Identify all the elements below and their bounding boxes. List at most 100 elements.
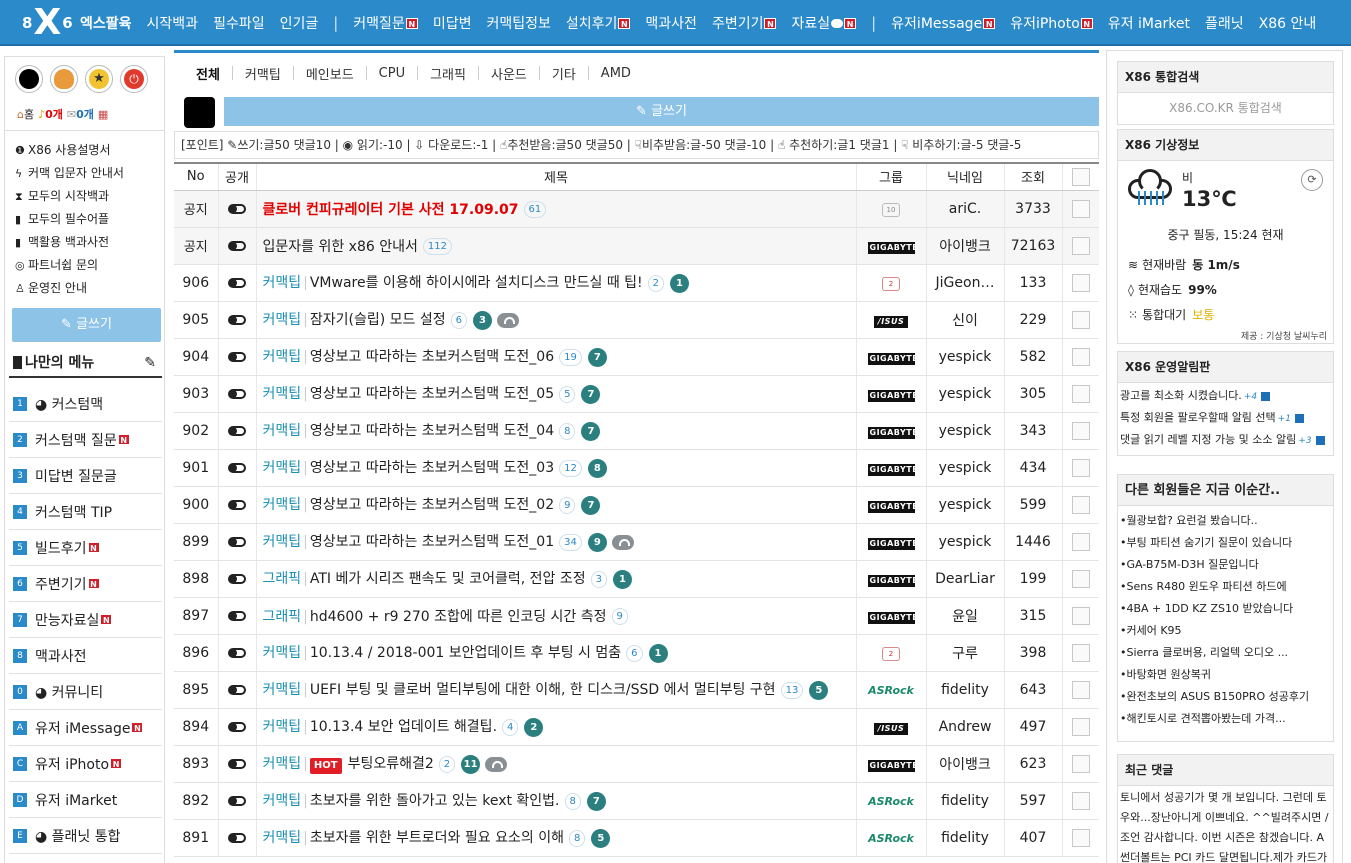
mymenu-item[interactable]: D 유저 iMarket <box>9 782 162 818</box>
table-row[interactable]: 892 커맥팁 | 초보자를 위한 돌아가고 있는 kext 확인법. 8 7 ASRock… <box>174 782 1099 820</box>
others-item[interactable]: •Sens R480 윈도우 파티션 하드에 <box>1118 576 1333 598</box>
post-nick[interactable]: JiGeon… <box>925 264 1004 302</box>
nav-item[interactable]: 인기글 <box>280 13 319 33</box>
post-subject[interactable]: 그래픽 | ATI 베가 시리즈 팬속도 및 코어클럭, 전압 조정 3 1 <box>255 560 856 598</box>
row-checkbox[interactable] <box>1071 273 1090 292</box>
tab-0[interactable]: 전체 <box>196 64 220 83</box>
post-subject[interactable]: 커맥팁 | VMware를 이용해 하이시에라 설치디스크 만드실 때 팁! 2 1 <box>255 264 856 302</box>
mymenu-item[interactable]: 8 맥과사전 <box>9 638 162 674</box>
post-title[interactable]: 영상보고 따라하는 초보커스텀맥 도전_06 <box>310 349 554 365</box>
others-item[interactable]: •Sierra 클로버용, 리얼텍 오디오 ... <box>1118 642 1333 664</box>
sidebar-write-button[interactable]: ✎ 글쓰기 <box>12 308 161 342</box>
post-category[interactable]: 커맥팁 <box>263 830 302 846</box>
notice-item[interactable]: 광고를 최소화 시켰습니다. +4 <box>1118 385 1333 407</box>
post-category[interactable]: 커맥팁 <box>263 645 302 661</box>
post-nick[interactable]: fidelity <box>925 671 1004 709</box>
recent-comments-text[interactable]: 토니에서 성공기가 몇 개 보입니다. 그런데 토우와...장난아니게 이쁘네요… <box>1118 786 1333 863</box>
row-checkbox[interactable] <box>1071 421 1090 440</box>
add-user-icon[interactable] <box>50 65 78 93</box>
others-item[interactable]: •커세어 K95 <box>1118 620 1333 642</box>
post-category[interactable]: 커맥팁 <box>263 756 302 772</box>
nav-item[interactable]: 플래닛 <box>1205 13 1244 33</box>
home-icon[interactable]: ⌂ <box>17 108 24 121</box>
nav-item[interactable]: X86 안내 <box>1259 13 1317 33</box>
notice-item[interactable]: 댓글 읽기 레벨 지정 가능 및 소소 알림 +3 <box>1118 429 1333 451</box>
table-row[interactable]: 904 커맥팁 | 영상보고 따라하는 초보커스텀맥 도전_06 19 7 GIGABYTE… <box>174 338 1099 376</box>
table-row[interactable]: 906 커맥팁 | VMware를 이용해 하이시에라 설치디스크 만드실 때 팁! 2… <box>174 264 1099 302</box>
table-row[interactable]: 896 커맥팁 | 10.13.4 / 2018-001 보안업데이트 후 부팅 시 … <box>174 634 1099 672</box>
table-row[interactable]: 905 커맥팁 | 잠자기(슬립) 모드 설정 6 3/ISUS 신이 229 <box>174 301 1099 339</box>
mail-icon[interactable]: ✉ <box>67 108 76 121</box>
post-nick[interactable]: 윤일 <box>925 597 1004 635</box>
post-category[interactable]: 커맥팁 <box>263 793 302 809</box>
write-button[interactable]: ✎ 글쓰기 <box>224 97 1099 126</box>
row-checkbox[interactable] <box>1071 458 1090 477</box>
post-title[interactable]: ATI 베가 시리즈 팬속도 및 코어클럭, 전압 조정 <box>310 571 586 587</box>
table-row[interactable]: 900 커맥팁 | 영상보고 따라하는 초보커스텀맥 도전_02 9 7 GIGABYTE y… <box>174 486 1099 524</box>
post-subject[interactable]: 커맥팁 | 영상보고 따라하는 초보커스텀맥 도전_03 12 8 <box>255 449 856 487</box>
post-nick[interactable]: yespick <box>925 338 1004 376</box>
nav-item[interactable]: 미답변 <box>433 13 472 33</box>
nav-item[interactable]: 유저 iMarket <box>1108 13 1190 33</box>
row-checkbox[interactable] <box>1071 717 1090 736</box>
guide-menu-item[interactable]: ♙ 운영진 안내 <box>15 277 124 300</box>
guide-menu-item[interactable]: ❶ X86 사용설명서 <box>15 139 124 162</box>
mymenu-item[interactable]: 4 커스텀맥 TIP <box>9 494 162 530</box>
table-row[interactable]: 897 그래픽 | hd4600 + r9 270 조합에 따른 인코딩 시간 측정 9… <box>174 597 1099 635</box>
post-title[interactable]: 부팅오류해결2 <box>348 756 434 772</box>
row-checkbox[interactable] <box>1071 606 1090 625</box>
table-row[interactable]: 894 커맥팁 | 10.13.4 보안 업데이트 해결팁. 4 2/ISUS Andrew… <box>174 708 1099 746</box>
row-checkbox[interactable] <box>1071 310 1090 329</box>
refresh-icon[interactable]: ⟳ <box>1301 169 1323 191</box>
post-subject[interactable]: 그래픽 | hd4600 + r9 270 조합에 따른 인코딩 시간 측정 9 <box>255 597 856 635</box>
table-row[interactable]: 899 커맥팁 | 영상보고 따라하는 초보커스텀맥 도전_01 34 9 GIGABYTE… <box>174 523 1099 561</box>
home-link[interactable]: 홈 <box>24 106 34 122</box>
post-category[interactable]: 커맥팁 <box>263 275 302 291</box>
others-item[interactable]: •완전초보의 ASUS B150PRO 성공후기 <box>1118 686 1333 708</box>
post-subject[interactable]: 커맥팁 | 초보자를 위한 돌아가고 있는 kext 확인법. 8 7 <box>255 782 856 820</box>
row-checkbox[interactable] <box>1071 680 1090 699</box>
post-category[interactable]: 커맥팁 <box>263 386 302 402</box>
tab-1[interactable]: 커맥팁 <box>245 64 281 83</box>
col-views[interactable]: 조회 <box>1003 162 1062 191</box>
post-title[interactable]: 영상보고 따라하는 초보커스텀맥 도전_02 <box>310 497 554 513</box>
post-subject[interactable]: 커맥팁 | 영상보고 따라하는 초보커스텀맥 도전_04 8 7 <box>255 412 856 450</box>
mymenu-item[interactable]: 1 ◕ 커스텀맥 <box>9 386 162 422</box>
row-checkbox[interactable] <box>1071 347 1090 366</box>
mymenu-item[interactable]: 5 빌드후기 N <box>9 530 162 566</box>
post-category[interactable]: 커맥팁 <box>263 460 302 476</box>
guide-menu-item[interactable]: ϟ 커맥 입문자 안내서 <box>15 162 124 185</box>
post-subject[interactable]: 커맥팁 | 영상보고 따라하는 초보커스텀맥 도전_01 34 9 <box>255 523 856 561</box>
guide-menu-item[interactable]: ◎ 파트너쉽 문의 <box>15 254 124 277</box>
row-checkbox[interactable] <box>1071 532 1090 551</box>
row-checkbox[interactable] <box>1071 495 1090 514</box>
post-title[interactable]: 10.13.4 / 2018-001 보안업데이트 후 부팅 시 멈춤 <box>310 645 621 661</box>
col-no[interactable]: No <box>174 162 218 191</box>
edit-pencil-icon[interactable]: ✎ <box>144 352 156 374</box>
post-nick[interactable]: yespick <box>925 412 1004 450</box>
post-nick[interactable]: 아이뱅크 <box>925 227 1004 265</box>
nav-item[interactable]: 유저iMessage N <box>891 13 996 33</box>
mymenu-item[interactable]: 6 주변기기 N <box>9 566 162 602</box>
table-row[interactable]: 902 커맥팁 | 영상보고 따라하는 초보커스텀맥 도전_04 8 7 GIGABYTE y… <box>174 412 1099 450</box>
nav-item[interactable]: 커맥팁정보 <box>486 13 550 33</box>
site-logo[interactable]: 8 X 6 <box>22 5 73 41</box>
guide-menu-item[interactable]: ⧗ 모두의 시작백과 <box>15 185 124 208</box>
search-input[interactable]: X86.CO.KR 통합검색 <box>1118 93 1333 123</box>
nav-item[interactable]: 자료실 N <box>791 13 857 33</box>
tab-2[interactable]: 메인보드 <box>306 64 354 83</box>
mail-count[interactable]: 0개 <box>76 106 94 122</box>
tab-4[interactable]: 그래픽 <box>430 64 466 83</box>
table-row[interactable]: 893 커맥팁 | HOT 부팅오류해결2 2 11 GIGABYTE 아이뱅크 623 <box>174 745 1099 783</box>
post-subject[interactable]: 커맥팁 | UEFI 부팅 및 클로버 멀티부팅에 대한 이해, 한 디스크/SSD… <box>255 671 856 709</box>
nav-item[interactable]: 유저iPhoto N <box>1010 13 1093 33</box>
post-title[interactable]: UEFI 부팅 및 클로버 멀티부팅에 대한 이해, 한 디스크/SSD 에서 … <box>310 682 776 698</box>
post-category[interactable]: 커맥팁 <box>263 534 302 550</box>
mymenu-item[interactable]: C 유저 iPhoto N <box>9 746 162 782</box>
post-nick[interactable]: 신이 <box>925 301 1004 339</box>
row-checkbox[interactable] <box>1071 754 1090 773</box>
post-category[interactable]: 그래픽 <box>263 609 302 625</box>
logout-power-icon[interactable]: ⏻ <box>120 65 148 93</box>
table-row[interactable]: 898 그래픽 | ATI 베가 시리즈 팬속도 및 코어클럭, 전압 조정 3 1 GIG… <box>174 560 1099 598</box>
mymenu-item[interactable]: 0 ◕ 커뮤니티 <box>9 674 162 710</box>
